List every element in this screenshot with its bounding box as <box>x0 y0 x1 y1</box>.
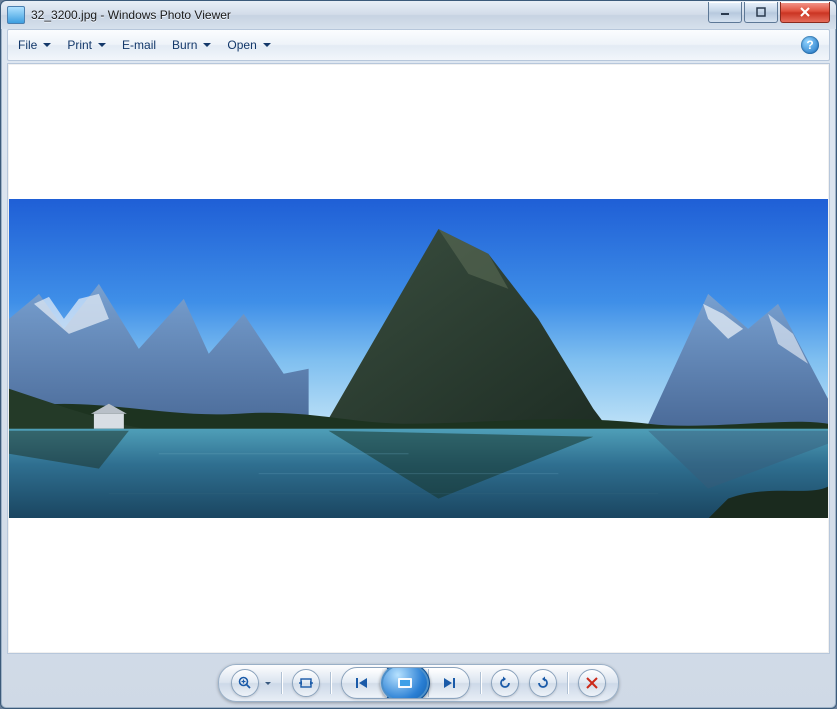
divider <box>480 672 481 694</box>
menu-email-label: E-mail <box>122 38 156 52</box>
chevron-down-icon[interactable] <box>265 682 271 685</box>
rotate-cw-icon <box>535 675 551 691</box>
viewer-frame <box>7 63 830 654</box>
close-icon <box>799 7 811 17</box>
slideshow-icon <box>395 673 415 693</box>
divider <box>567 672 568 694</box>
next-button[interactable] <box>428 669 469 697</box>
help-button[interactable]: ? <box>801 36 819 54</box>
maximize-icon <box>756 7 766 17</box>
menu-open[interactable]: Open <box>227 38 270 52</box>
delete-icon <box>585 676 599 690</box>
navigation-group <box>341 667 470 699</box>
zoom-cluster <box>231 669 271 697</box>
fit-window-icon <box>298 675 314 691</box>
viewer-canvas[interactable] <box>9 65 828 652</box>
chevron-down-icon <box>263 43 271 47</box>
minimize-icon <box>720 7 730 17</box>
divider <box>281 672 282 694</box>
rotate-ccw-icon <box>497 675 513 691</box>
close-button[interactable] <box>780 2 830 23</box>
help-icon: ? <box>806 38 813 52</box>
menubar: File Print E-mail Burn Open ? <box>7 29 830 61</box>
menu-open-label: Open <box>227 38 256 52</box>
menu-burn[interactable]: Burn <box>172 38 211 52</box>
app-icon <box>7 6 25 24</box>
menu-print[interactable]: Print <box>67 38 106 52</box>
menu-file[interactable]: File <box>18 38 51 52</box>
magnifier-icon <box>237 675 253 691</box>
menu-email[interactable]: E-mail <box>122 38 156 52</box>
chevron-down-icon <box>203 43 211 47</box>
window-title: 32_3200.jpg - Windows Photo Viewer <box>31 8 231 22</box>
rotate-cw-button[interactable] <box>529 669 557 697</box>
menu-print-label: Print <box>67 38 92 52</box>
footer <box>1 658 836 708</box>
displayed-photo <box>9 199 828 519</box>
menu-file-label: File <box>18 38 37 52</box>
window-controls <box>708 2 830 23</box>
previous-icon <box>355 676 369 690</box>
rotate-ccw-button[interactable] <box>491 669 519 697</box>
previous-button[interactable] <box>342 669 382 697</box>
maximize-button[interactable] <box>744 2 778 23</box>
delete-button[interactable] <box>578 669 606 697</box>
chevron-down-icon <box>43 43 51 47</box>
divider <box>330 672 331 694</box>
zoom-button[interactable] <box>231 669 259 697</box>
control-strip <box>218 664 619 702</box>
fit-window-button[interactable] <box>292 669 320 697</box>
slideshow-button[interactable] <box>380 667 430 699</box>
app-window: 32_3200.jpg - Windows Photo Viewer File … <box>0 0 837 709</box>
menu-burn-label: Burn <box>172 38 197 52</box>
minimize-button[interactable] <box>708 2 742 23</box>
next-icon <box>442 676 456 690</box>
chevron-down-icon <box>98 43 106 47</box>
titlebar[interactable]: 32_3200.jpg - Windows Photo Viewer <box>1 1 836 29</box>
